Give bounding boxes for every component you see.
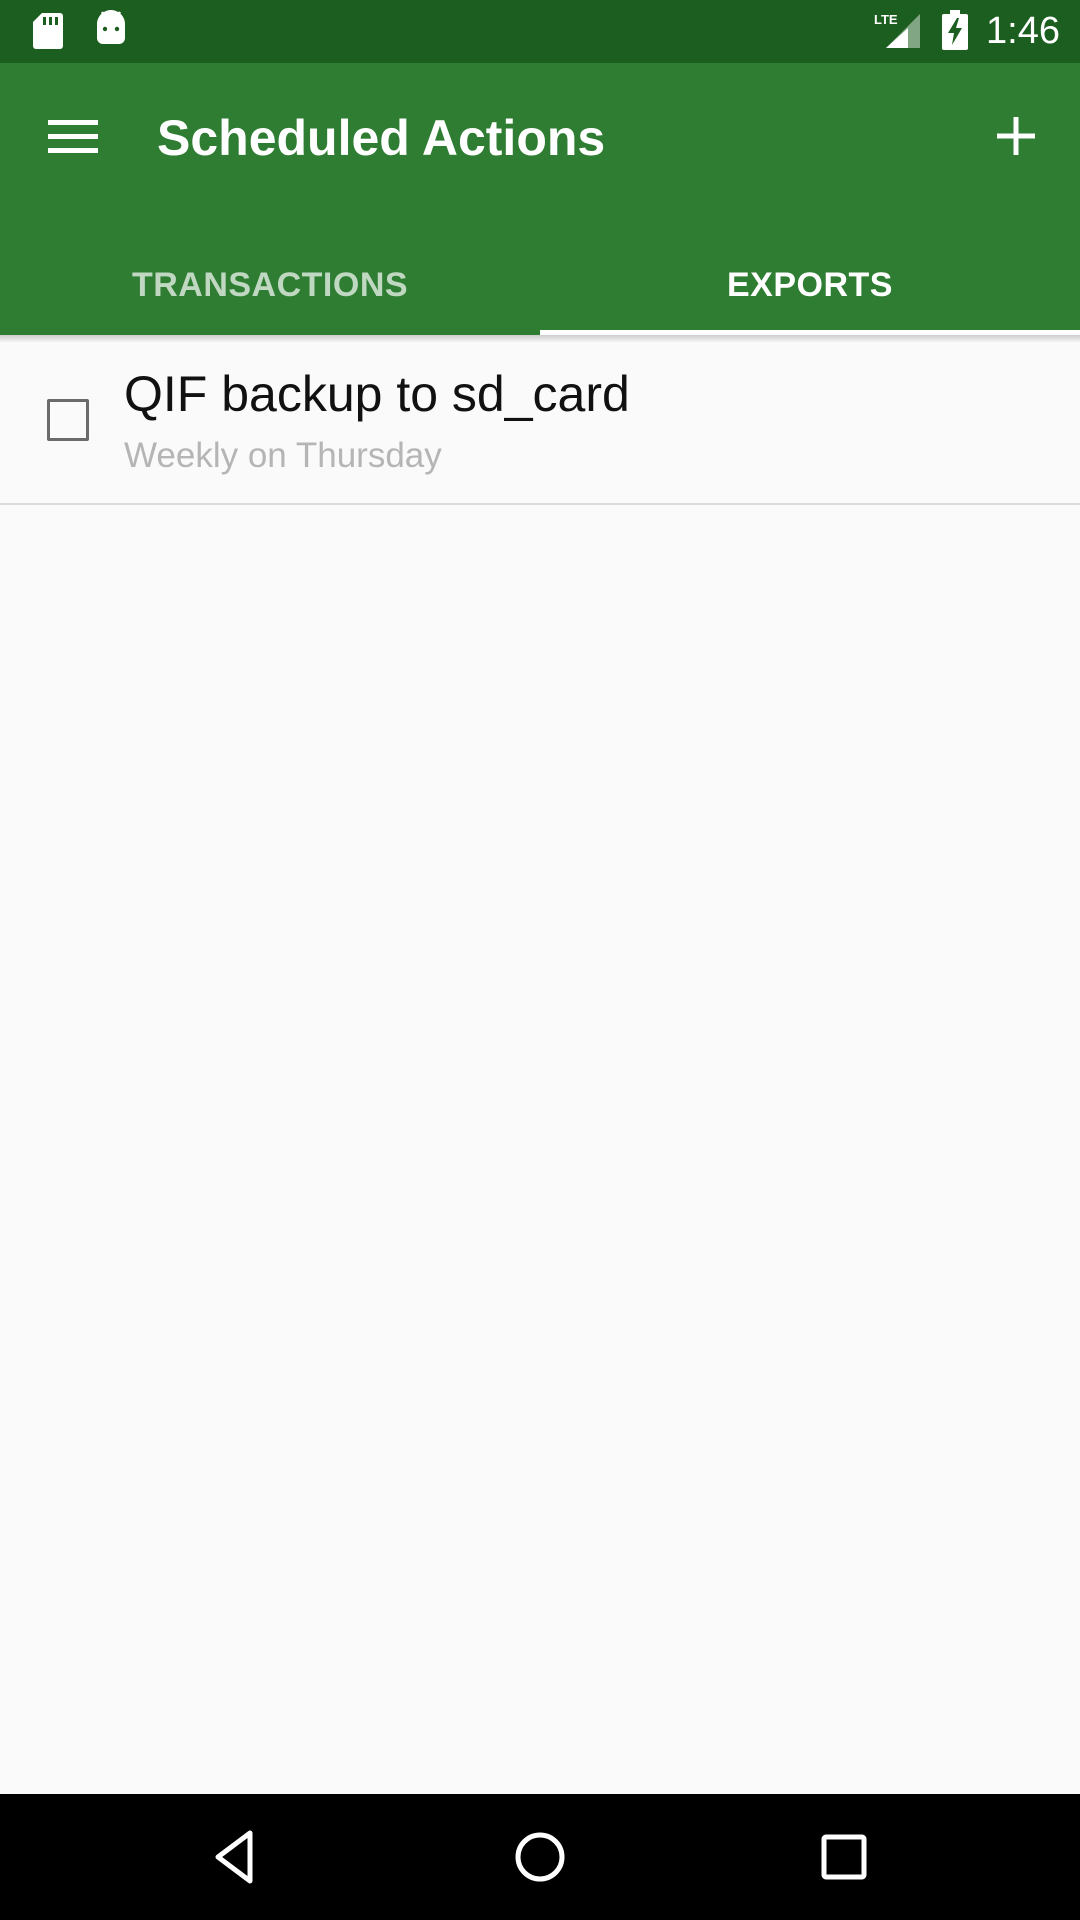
menu-icon[interactable] [46,117,100,157]
status-time: 1:46 [986,10,1060,52]
item-title: QIF backup to sd_card [124,366,630,422]
sd-card-icon [33,13,63,49]
list-item[interactable]: QIF backup to sd_card Weekly on Thursday [0,343,1080,504]
recents-icon[interactable] [814,1827,874,1887]
add-icon[interactable] [995,115,1037,157]
android-icon [97,10,125,44]
home-icon[interactable] [510,1827,570,1887]
page-title: Scheduled Actions [157,110,606,166]
app-bar-shadow [0,335,1080,343]
tab-exports[interactable]: EXPORTS [540,236,1080,335]
tab-transactions[interactable]: TRANSACTIONS [0,236,540,335]
status-bar: LTE 1:46 [0,0,1080,63]
divider [0,503,1080,505]
app-bar: Scheduled Actions TRANSACTIONS EXPORTS [0,63,1080,335]
battery-charging-icon [942,10,968,50]
lte-signal-icon: LTE [874,12,920,48]
item-subtitle: Weekly on Thursday [124,436,442,475]
item-checkbox[interactable] [47,399,89,441]
navigation-bar [0,1794,1080,1920]
back-icon[interactable] [206,1827,266,1887]
tab-bar: TRANSACTIONS EXPORTS [0,236,1080,335]
network-label: LTE [874,12,898,27]
